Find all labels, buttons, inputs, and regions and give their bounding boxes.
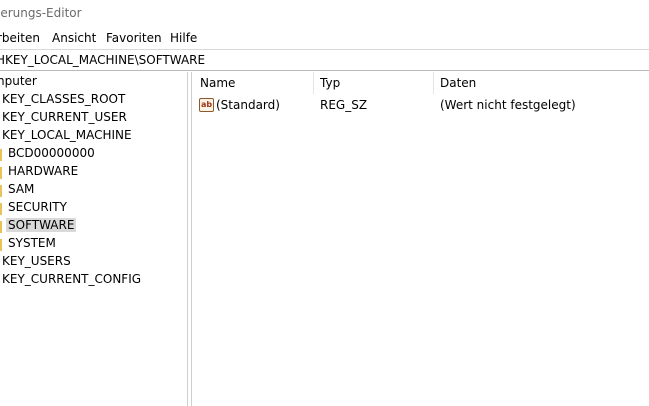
tree-item-label: KEY_CLASSES_ROOT [2,92,126,106]
tree-item-computer[interactable]: nputer [0,72,37,90]
folder-icon [0,221,2,233]
menu-bearbeiten[interactable]: rbeiten [0,31,40,45]
tree-item-hkey-current-config[interactable]: KEY_CURRENT_CONFIG [2,270,141,288]
tree-item-label: HARDWARE [8,164,79,178]
tree-item-security[interactable]: SECURITY [8,198,67,216]
address-bar[interactable]: HKEY_LOCAL_MACHINE\SOFTWARE [0,49,649,71]
folder-icon [0,149,2,161]
tree-item-hardware[interactable]: HARDWARE [8,162,78,180]
column-header-name[interactable]: Name [192,72,313,94]
tree-item-label: BCD00000000 [8,146,95,160]
tree-item-hkey-local-machine[interactable]: KEY_LOCAL_MACHINE [2,126,132,144]
tree-item-label: SAM [8,182,35,196]
value-data: (Wert nicht festgelegt) [440,98,576,112]
tree-item-label: SYSTEM [8,236,56,250]
tree-item-label: KEY_USERS [2,254,71,268]
tree-item-hkey-classes-root[interactable]: KEY_CLASSES_ROOT [2,90,125,108]
tree-item-software[interactable]: SOFTWARE [6,216,77,234]
folder-icon [0,203,2,215]
tree-item-system[interactable]: SYSTEM [8,234,56,252]
tree-item-label: KEY_CURRENT_USER [2,110,127,124]
tree-item-sam[interactable]: SAM [8,180,34,198]
tree-item-hkey-users[interactable]: KEY_USERS [2,252,71,270]
menu-favoriten[interactable]: Favoriten [106,31,162,45]
value-type: REG_SZ [320,98,368,112]
menu-hilfe[interactable]: Hilfe [170,31,197,45]
tree-item-label: KEY_CURRENT_CONFIG [2,272,142,286]
list-header: Name Typ Daten [192,72,649,94]
tree-item-label: SECURITY [8,200,67,214]
value-list[interactable]: Name Typ Daten ab (Standard) REG_SZ (Wer… [192,72,649,406]
folder-icon [0,239,2,251]
menu-bar: rbeiten Ansicht Favoriten Hilfe [0,28,649,49]
key-tree[interactable]: nputer KEY_CLASSES_ROOT KEY_CURRENT_USER… [0,72,187,406]
folder-icon [0,185,2,197]
value-name: (Standard) [216,98,280,112]
column-header-type[interactable]: Typ [312,72,433,94]
column-header-data[interactable]: Daten [432,72,649,94]
tree-item-label: nputer [0,74,37,88]
tree-item-hkey-current-user[interactable]: KEY_CURRENT_USER [2,108,127,126]
folder-icon [0,167,2,179]
menu-ansicht[interactable]: Ansicht [52,31,96,45]
tree-item-bcd00000000[interactable]: BCD00000000 [8,144,95,162]
tree-item-label: SOFTWARE [6,218,77,232]
value-row[interactable]: ab (Standard) REG_SZ (Wert nicht festgel… [192,95,649,115]
address-path[interactable]: HKEY_LOCAL_MACHINE\SOFTWARE [0,53,205,67]
tree-item-label: KEY_LOCAL_MACHINE [2,128,132,142]
window-title: ierungs-Editor [0,6,82,20]
string-value-icon: ab [199,98,214,112]
title-bar: ierungs-Editor [0,0,649,28]
